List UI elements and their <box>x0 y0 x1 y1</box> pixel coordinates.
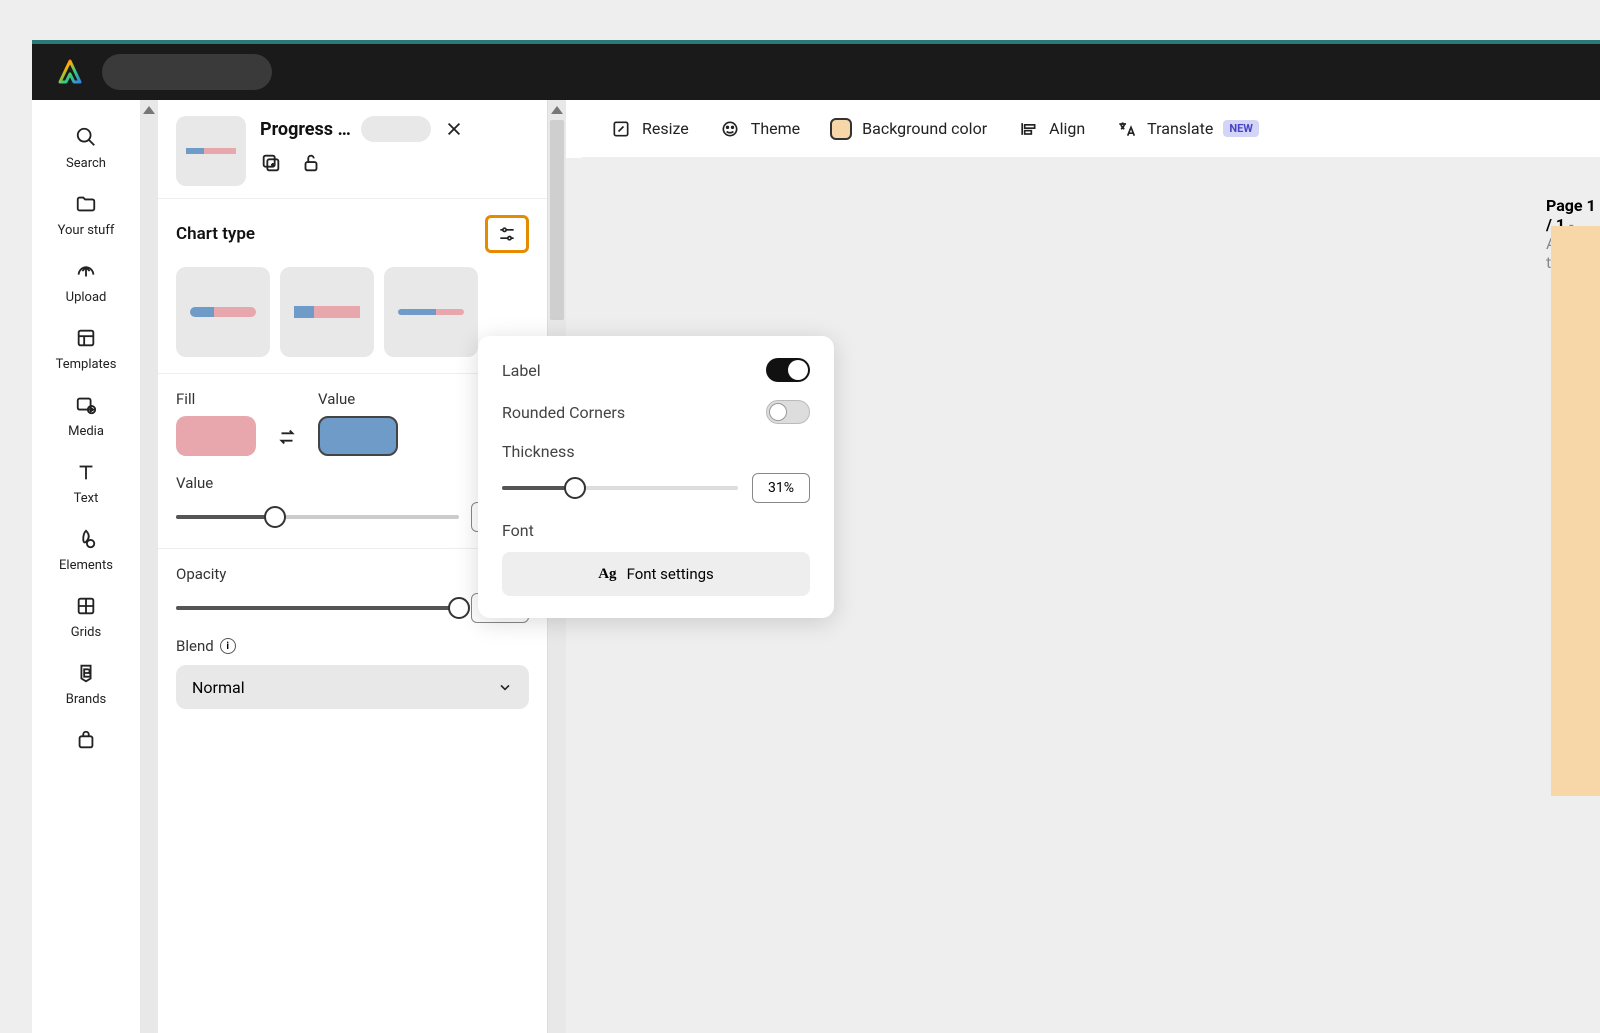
text-icon <box>73 459 99 485</box>
rail-grids-label: Grids <box>71 625 101 640</box>
rail-upload-label: Upload <box>66 290 107 305</box>
value-color-swatch[interactable] <box>318 416 398 456</box>
resize-icon <box>610 118 632 140</box>
search-icon <box>73 124 99 150</box>
bgcolor-swatch-icon <box>830 118 852 140</box>
rail-brands[interactable]: Brands <box>32 652 140 715</box>
translate-icon <box>1115 118 1137 140</box>
fill-label: Fill <box>176 390 256 408</box>
bgcolor-button[interactable]: Background color <box>830 118 987 140</box>
rounded-corners-toggle[interactable] <box>766 400 810 424</box>
rail-brands-label: Brands <box>66 692 107 707</box>
font-settings-button[interactable]: Ag Font settings <box>502 552 810 596</box>
left-rail: Search Your stuff Upload Templates Media… <box>32 100 140 1033</box>
opacity-label: Opacity <box>176 565 529 583</box>
blend-mode-value: Normal <box>192 678 245 697</box>
rail-your-stuff[interactable]: Your stuff <box>32 183 140 246</box>
translate-button[interactable]: Translate NEW <box>1115 118 1259 140</box>
upload-icon <box>73 258 99 284</box>
rail-upload[interactable]: Upload <box>32 250 140 313</box>
element-tag[interactable] <box>361 116 431 142</box>
addons-icon <box>73 727 99 753</box>
elements-icon <box>73 526 99 552</box>
scrollbar-left[interactable] <box>140 100 158 1033</box>
rail-text-label: Text <box>74 491 99 506</box>
value-slider[interactable] <box>176 515 459 519</box>
value-slider-label: Value <box>176 474 529 492</box>
blend-mode-select[interactable]: Normal <box>176 665 529 709</box>
value-label: Value <box>318 390 398 408</box>
chart-settings-popover: Label Rounded Corners Thickness 31% Font… <box>478 336 834 618</box>
chart-type-line[interactable] <box>384 267 478 357</box>
rail-search[interactable]: Search <box>32 116 140 179</box>
duplicate-icon[interactable] <box>260 152 282 174</box>
rail-search-label: Search <box>66 156 106 171</box>
thickness-slider[interactable] <box>502 486 738 490</box>
global-search-input[interactable] <box>102 54 272 90</box>
resize-button[interactable]: Resize <box>610 118 689 140</box>
chart-type-heading: Chart type <box>176 224 255 244</box>
info-icon[interactable]: i <box>220 638 236 654</box>
align-button[interactable]: Align <box>1017 118 1085 140</box>
theme-button[interactable]: Theme <box>719 118 800 140</box>
blend-label: Blend <box>176 637 214 655</box>
templates-icon <box>73 325 99 351</box>
rail-templates-label: Templates <box>56 357 117 372</box>
rail-addons[interactable] <box>32 719 140 761</box>
rail-your-stuff-label: Your stuff <box>58 223 115 238</box>
new-badge: NEW <box>1223 120 1259 137</box>
thickness-input[interactable]: 31% <box>752 473 810 503</box>
element-thumbnail <box>176 116 246 186</box>
fill-color-swatch[interactable] <box>176 416 256 456</box>
rail-text[interactable]: Text <box>32 451 140 514</box>
grids-icon <box>73 593 99 619</box>
thickness-label: Thickness <box>502 442 810 461</box>
chevron-down-icon <box>497 679 513 695</box>
swap-colors-icon[interactable] <box>276 426 298 448</box>
label-toggle[interactable] <box>766 358 810 382</box>
theme-icon <box>719 118 741 140</box>
opacity-slider[interactable] <box>176 606 459 610</box>
rail-elements[interactable]: Elements <box>32 518 140 581</box>
chart-type-rounded[interactable] <box>176 267 270 357</box>
artboard[interactable] <box>1551 226 1600 796</box>
font-ag-icon: Ag <box>598 566 616 583</box>
folder-icon <box>73 191 99 217</box>
rail-media[interactable]: Media <box>32 384 140 447</box>
align-icon <box>1017 118 1039 140</box>
logo-icon <box>56 58 84 86</box>
top-bar <box>32 44 1600 100</box>
font-label: Font <box>502 521 810 540</box>
rounded-toggle-label: Rounded Corners <box>502 403 625 422</box>
media-icon <box>73 392 99 418</box>
rail-grids[interactable]: Grids <box>32 585 140 648</box>
chart-type-square[interactable] <box>280 267 374 357</box>
unlock-icon[interactable] <box>300 152 322 174</box>
rail-elements-label: Elements <box>59 558 113 573</box>
canvas-toolbar: Resize Theme Background color Align Tran… <box>582 100 1600 158</box>
chart-settings-button[interactable] <box>485 215 529 253</box>
rail-media-label: Media <box>68 424 104 439</box>
brands-icon <box>73 660 99 686</box>
element-title: Progress … <box>260 119 351 140</box>
label-toggle-label: Label <box>502 361 541 380</box>
rail-templates[interactable]: Templates <box>32 317 140 380</box>
close-icon[interactable] <box>441 116 467 142</box>
